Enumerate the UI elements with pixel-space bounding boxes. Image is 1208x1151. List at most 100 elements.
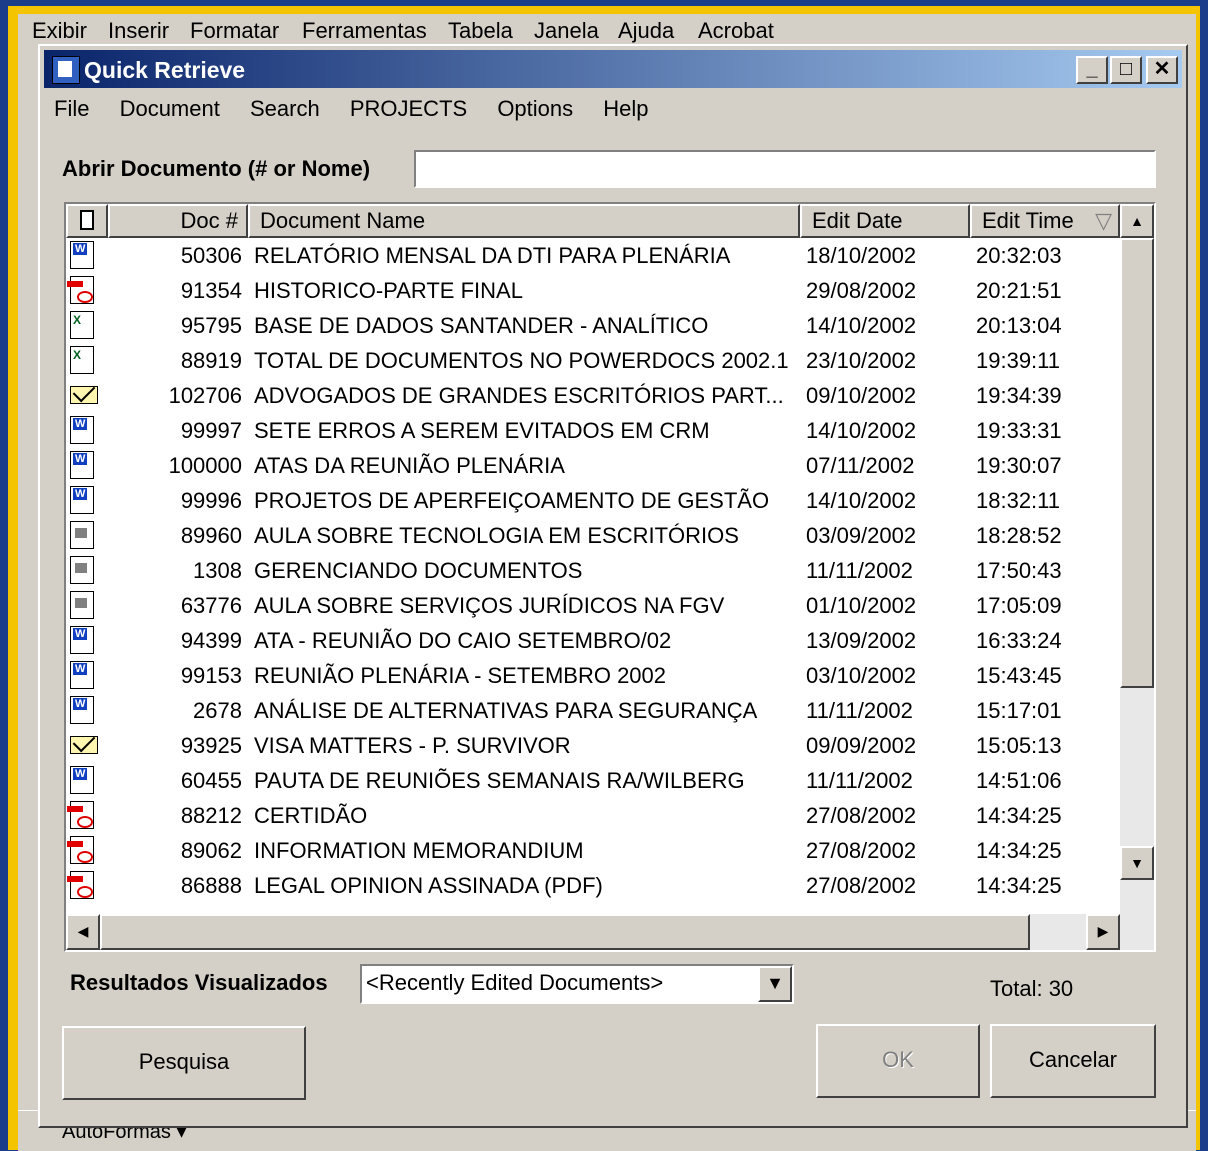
gen-file-icon (70, 521, 94, 549)
bg-menu-ferramentas[interactable]: Ferramentas (302, 18, 427, 44)
column-header-document-name[interactable]: Document Name (248, 204, 800, 238)
horizontal-scrollbar[interactable]: ◀ ▶ (66, 914, 1154, 950)
open-document-label: Abrir Documento (# or Nome) (62, 156, 371, 181)
edit-time: 18:32:11 (976, 488, 1061, 513)
word-file-icon (70, 486, 94, 514)
table-row[interactable]: 99153 REUNIÃO PLENÁRIA - SETEMBRO 2002 03/… (66, 658, 1120, 693)
search-button[interactable]: Pesquisa (62, 1026, 306, 1100)
scroll-down-button[interactable]: ▼ (1120, 846, 1154, 880)
word-file-icon (70, 416, 94, 444)
edit-time: 17:50:43 (976, 558, 1062, 583)
scroll-right-button[interactable]: ▶ (1086, 914, 1120, 950)
edit-time: 15:05:13 (976, 733, 1062, 758)
minimize-button[interactable]: _ (1076, 56, 1108, 84)
edit-date: 13/09/2002 (806, 628, 917, 653)
document-name: ANÁLISE DE ALTERNATIVAS PARA SEGURANÇA (254, 698, 758, 723)
edit-time: 17:05:09 (976, 593, 1062, 618)
edit-date: 03/09/2002 (806, 523, 917, 548)
document-name: VISA MATTERS - P. SURVIVOR (254, 733, 571, 758)
table-row[interactable]: 2678 ANÁLISE DE ALTERNATIVAS PARA SEGURAN… (66, 693, 1120, 728)
edit-time: 20:32:03 (976, 243, 1062, 268)
column-icon-header[interactable] (66, 204, 108, 238)
edit-time: 20:13:04 (976, 313, 1062, 338)
edit-date: 09/10/2002 (806, 383, 917, 408)
pdf-file-icon (67, 871, 94, 899)
document-name: TOTAL DE DOCUMENTOS NO POWERDOCS 2002.1 (254, 348, 789, 373)
table-row[interactable]: 99997 SETE ERROS A SEREM EVITADOS EM CRM 1… (66, 413, 1120, 448)
edit-date: 11/11/2002 (806, 768, 913, 793)
menu-file[interactable]: File (54, 96, 89, 121)
edit-time: 19:33:31 (976, 418, 1062, 443)
document-name: BASE DE DADOS SANTANDER - ANALÍTICO (254, 313, 709, 338)
table-row[interactable]: 99996 PROJETOS DE APERFEIÇOAMENTO DE GEST… (66, 483, 1120, 518)
bg-menu-janela[interactable]: Janela (534, 18, 599, 44)
menu-projects[interactable]: PROJECTS (350, 96, 467, 121)
table-row[interactable]: 89960 AULA SOBRE TECNOLOGIA EM ESCRITÓRIO… (66, 518, 1120, 553)
doc-number: 50306 (180, 243, 242, 268)
table-row[interactable]: 89062 INFORMATION MEMORANDIUM 27/08/2002 14… (66, 833, 1120, 868)
bg-menu-inserir[interactable]: Inserir (108, 18, 169, 44)
bg-menu-formatar[interactable]: Formatar (190, 18, 279, 44)
bg-menu-tabela[interactable]: Tabela (448, 18, 513, 44)
table-row[interactable]: 60455 PAUTA DE REUNIÕES SEMANAIS RA/WILBE… (66, 763, 1120, 798)
table-row[interactable]: 50306 RELATÓRIO MENSAL DA DTI PARA PLENÁR… (66, 238, 1120, 273)
menu-options[interactable]: Options (497, 96, 573, 121)
doc-number: 89062 (180, 838, 242, 863)
doc-number: 2678 (193, 698, 242, 723)
scroll-left-button[interactable]: ◀ (66, 914, 100, 950)
doc-number: 1308 (193, 558, 242, 583)
pdf-file-icon (67, 801, 94, 829)
column-header-edit-time[interactable]: Edit Time ▽ (970, 204, 1120, 238)
title-bar[interactable]: Quick Retrieve _ □ ✕ (44, 50, 1182, 88)
table-row[interactable]: 93925 VISA MATTERS - P. SURVIVOR 09/09/200… (66, 728, 1120, 763)
column-header-edit-date[interactable]: Edit Date (800, 204, 970, 238)
pdf-file-icon (67, 276, 94, 304)
bg-menu-ajuda[interactable]: Ajuda (618, 18, 674, 44)
open-document-input[interactable] (414, 150, 1156, 188)
document-name: PROJETOS DE APERFEIÇOAMENTO DE GESTÃO (254, 488, 770, 513)
table-row[interactable]: 100000 ATAS DA REUNIÃO PLENÁRIA 07/11/2002… (66, 448, 1120, 483)
menu-document[interactable]: Document (120, 96, 220, 121)
close-button[interactable]: ✕ (1146, 56, 1178, 84)
horizontal-scroll-thumb[interactable] (100, 914, 1030, 950)
bg-menu-exibir[interactable]: Exibir (32, 18, 87, 44)
menu-help[interactable]: Help (603, 96, 648, 121)
table-row[interactable]: 88919 TOTAL DE DOCUMENTOS NO POWERDOCS 20… (66, 343, 1120, 378)
cancel-button[interactable]: Cancelar (990, 1024, 1156, 1098)
mail-file-icon (70, 386, 98, 404)
column-header-doc-num[interactable]: Doc # (108, 204, 248, 238)
table-row[interactable]: 86888 LEGAL OPINION ASSINADA (PDF) 27/08/2… (66, 868, 1120, 903)
scroll-up-button[interactable]: ▲ (1120, 204, 1154, 238)
table-row[interactable]: 88212 CERTIDÃO 27/08/2002 14:34:25 (66, 798, 1120, 833)
menu-search[interactable]: Search (250, 96, 320, 121)
edit-date: 29/08/2002 (806, 278, 917, 303)
edit-time: 18:28:52 (976, 523, 1062, 548)
vertical-scroll-thumb[interactable] (1120, 238, 1154, 688)
doc-number: 99153 (180, 663, 242, 688)
edit-date: 09/09/2002 (806, 733, 917, 758)
document-name: REUNIÃO PLENÁRIA - SETEMBRO 2002 (254, 663, 667, 688)
document-name: ATA - REUNIÃO DO CAIO SETEMBRO/02 (254, 628, 672, 653)
document-name: RELATÓRIO MENSAL DA DTI PARA PLENÁRIA (254, 243, 731, 268)
sort-indicator-icon: ▽ (1095, 208, 1112, 233)
edit-time: 19:34:39 (976, 383, 1062, 408)
table-row[interactable]: 95795 BASE DE DADOS SANTANDER - ANALÍTICO… (66, 308, 1120, 343)
table-row[interactable]: 102706 ADVOGADOS DE GRANDES ESCRITÓRIOS P… (66, 378, 1120, 413)
table-row[interactable]: 94399 ATA - REUNIÃO DO CAIO SETEMBRO/02 13… (66, 623, 1120, 658)
maximize-button[interactable]: □ (1110, 56, 1142, 84)
table-row[interactable]: 91354 HISTORICO-PARTE FINAL 29/08/2002 20:2… (66, 273, 1120, 308)
bg-menu-acrobat[interactable]: Acrobat (698, 18, 774, 44)
results-select[interactable]: <Recently Edited Documents> ▼ (360, 964, 794, 1004)
document-name: SETE ERROS A SEREM EVITADOS EM CRM (254, 418, 710, 443)
doc-number: 88919 (180, 348, 242, 373)
edit-time-header-label: Edit Time (982, 208, 1074, 233)
vertical-scrollbar[interactable]: ▲ ▼ (1120, 204, 1154, 914)
table-row[interactable]: 1308 GERENCIANDO DOCUMENTOS 11/11/2002 17:5… (66, 553, 1120, 588)
table-row[interactable]: 63776 AULA SOBRE SERVIÇOS JURÍDICOS NA FG… (66, 588, 1120, 623)
edit-time: 20:21:51 (976, 278, 1062, 303)
chevron-down-icon[interactable]: ▼ (758, 966, 792, 1002)
document-name: CERTIDÃO (254, 803, 368, 828)
ok-button[interactable]: OK (816, 1024, 980, 1098)
doc-number: 63776 (180, 593, 242, 618)
doc-number: 60455 (180, 768, 242, 793)
